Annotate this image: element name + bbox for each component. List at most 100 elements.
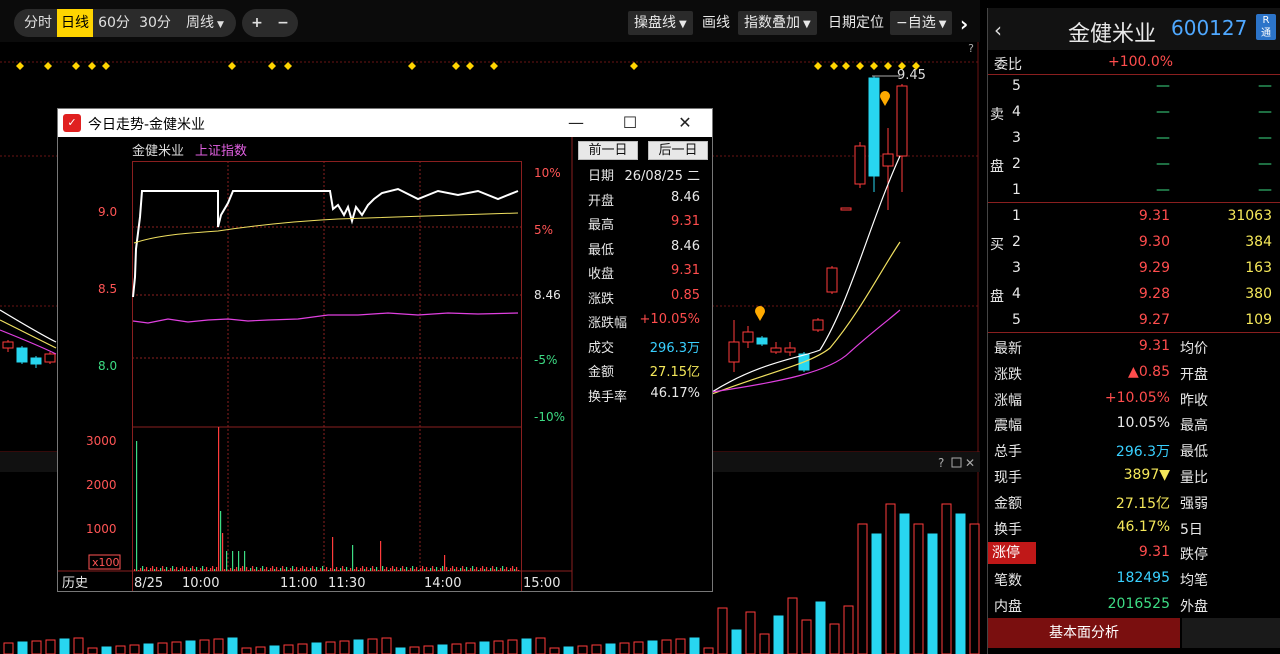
app-logo-icon: ✓	[63, 114, 81, 132]
intraday-volume-bar	[510, 568, 512, 571]
pct-axis: 10% 5% 8.46 -5% -10%	[534, 166, 565, 424]
tab-30min[interactable]: 30分	[136, 9, 174, 37]
tab-secondary[interactable]	[1182, 618, 1280, 648]
tab-weekly[interactable]: 周线 ▼	[178, 9, 232, 37]
intraday-volume-bar	[344, 569, 346, 571]
zoom-out-button[interactable]: −	[270, 9, 296, 37]
info-row: 换手率 46.17%	[588, 386, 700, 406]
next-day-button[interactable]: 后一日	[648, 141, 708, 160]
event-markers	[16, 62, 920, 70]
stat-value: ▲0.85	[1128, 363, 1170, 380]
pct-tick: 10%	[534, 166, 561, 180]
intraday-volume-bar	[450, 568, 452, 571]
stat-value: 10.05%	[1116, 415, 1170, 432]
book-price: —	[1156, 78, 1170, 94]
tab-60min[interactable]: 60分	[95, 9, 133, 37]
intraday-volume-bar	[346, 567, 348, 571]
pct-tick: -10%	[534, 410, 565, 424]
stat-key: 内盘	[994, 599, 1022, 615]
maximize-button[interactable]: ☐	[612, 111, 648, 135]
history-link[interactable]: 历史	[62, 576, 88, 591]
event-diamond-icon	[268, 62, 276, 70]
intraday-volume-bar	[428, 570, 430, 571]
info-row: 最高 9.31	[588, 214, 700, 234]
connect-badge[interactable]: R通	[1256, 14, 1276, 40]
collapse-panel-icon[interactable]: ›	[960, 12, 968, 36]
legend-index: 上证指数	[195, 144, 247, 159]
event-diamond-icon	[466, 62, 474, 70]
volume-bar	[941, 503, 952, 654]
intraday-volume-bar	[490, 568, 492, 571]
intraday-volume-bar	[200, 568, 202, 571]
volume-bar	[829, 623, 840, 654]
date-locate-button[interactable]: 日期定位	[822, 11, 890, 35]
volume-bar	[451, 643, 462, 654]
intraday-volume-bar	[414, 569, 416, 571]
volume-help-icon[interactable]: ?	[938, 456, 944, 470]
volume-bar	[465, 642, 476, 654]
info-value: 26/08/25 二	[624, 169, 700, 184]
trading-line-button[interactable]: 操盘线 ▼	[628, 11, 693, 35]
tab-intraday[interactable]: 分时	[20, 9, 56, 37]
intraday-volume-bar	[186, 567, 188, 571]
intraday-volume-bar	[254, 569, 256, 571]
volume-bar	[633, 641, 644, 654]
intraday-volume-bar	[272, 566, 274, 571]
intraday-volume-bar	[208, 570, 210, 571]
intraday-popup[interactable]: ✓ 今日走势-金健米业 — ☐ ✕ 金健米业 上证指数 9.0 8.5 8.0 …	[57, 108, 713, 592]
info-key: 收盘	[588, 267, 615, 282]
tab-daily[interactable]: 日线	[57, 9, 93, 37]
book-volume: 109	[1245, 312, 1272, 328]
volume-bar	[143, 643, 154, 654]
intraday-volume-bar	[280, 568, 282, 571]
intraday-volume-bar	[492, 566, 494, 571]
zoom-in-button[interactable]: +	[244, 9, 270, 37]
minimize-button[interactable]: —	[558, 111, 594, 135]
intraday-volume-bar	[448, 570, 450, 571]
intraday-volume-bar	[154, 569, 156, 571]
info-row: 金额 27.15亿	[588, 361, 700, 381]
intraday-volume-bar	[316, 567, 318, 571]
divider	[988, 202, 1280, 203]
watchlist-button[interactable]: −自选 ▼	[890, 11, 953, 35]
close-button[interactable]: ✕	[667, 111, 703, 135]
intraday-volume-bar	[506, 567, 508, 571]
prev-day-button[interactable]: 前一日	[578, 141, 638, 160]
intraday-volume-bar	[160, 568, 162, 571]
volume-bar	[325, 641, 336, 654]
popup-titlebar[interactable]: ✓ 今日走势-金健米业 — ☐ ✕	[58, 109, 712, 137]
back-icon[interactable]: ‹	[994, 18, 1002, 42]
stat-key: 金额	[994, 495, 1022, 512]
book-level: 1	[1012, 208, 1021, 224]
intraday-volume-bar	[340, 568, 342, 571]
intraday-volume-bar	[292, 566, 294, 571]
candle-body	[896, 85, 908, 157]
intraday-volume-bar	[172, 566, 174, 571]
quote-header: ‹ 金健米业 600127 R通	[988, 8, 1280, 50]
volume-bar	[269, 645, 280, 654]
intraday-volume-bar	[184, 569, 186, 571]
tab-fundamental-analysis[interactable]: 基本面分析	[988, 618, 1180, 648]
index-overlay-button[interactable]: 指数叠加 ▼	[738, 11, 817, 35]
legend-stock: 金健米业	[132, 143, 184, 159]
intraday-volume-bar	[514, 569, 516, 571]
close-icon[interactable]: ✕	[965, 456, 975, 470]
intraday-volume-bar	[468, 570, 470, 571]
intraday-volume-bar	[386, 567, 388, 571]
intraday-volume-bar	[424, 569, 426, 571]
intraday-volume-bar	[446, 567, 448, 571]
info-value: 8.46	[671, 238, 700, 254]
candle-body	[826, 267, 838, 293]
volume-bar	[745, 611, 756, 654]
book-price: 9.31	[1138, 208, 1170, 224]
intraday-volume-bar	[196, 567, 198, 571]
event-diamond-icon	[452, 62, 460, 70]
intraday-volume-bar	[382, 566, 384, 571]
intraday-volume-bar	[334, 569, 336, 571]
intraday-volume-bar	[390, 568, 392, 571]
volume-bar	[227, 637, 238, 654]
info-key: 涨跌幅	[588, 316, 628, 331]
intraday-volume-bar	[198, 570, 200, 571]
draw-line-button[interactable]: 画线	[696, 11, 736, 35]
intraday-volume-bar	[384, 569, 386, 571]
